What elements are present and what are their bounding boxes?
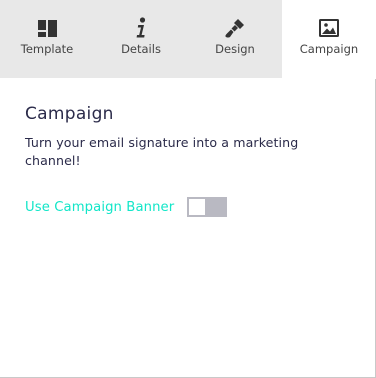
paintbrush-icon xyxy=(224,17,246,39)
tab-design[interactable]: Design xyxy=(188,0,282,78)
tab-campaign-label: Campaign xyxy=(299,42,359,56)
section-description: Turn your email signature into a marketi… xyxy=(25,135,299,168)
tab-template-label: Template xyxy=(20,42,74,56)
tab-details[interactable]: Details xyxy=(94,0,188,78)
template-layout-icon xyxy=(36,17,58,39)
image-icon xyxy=(318,17,340,39)
toggle-knob xyxy=(189,199,206,215)
tab-details-label: Details xyxy=(121,42,161,56)
info-icon xyxy=(130,17,152,39)
tab-template[interactable]: Template xyxy=(0,0,94,78)
tab-bar: Template Details Design Campaign xyxy=(0,0,376,79)
campaign-banner-label[interactable]: Use Campaign Banner xyxy=(25,200,174,215)
campaign-banner-row: Use Campaign Banner xyxy=(25,197,228,217)
settings-panel: Template Details Design Campaign Campaig… xyxy=(0,0,376,378)
tab-campaign[interactable]: Campaign xyxy=(282,0,376,79)
campaign-banner-toggle[interactable] xyxy=(187,197,228,217)
tab-design-label: Design xyxy=(215,42,255,56)
section-title: Campaign xyxy=(25,104,114,124)
campaign-section: Campaign Turn your email signature into … xyxy=(25,104,355,170)
